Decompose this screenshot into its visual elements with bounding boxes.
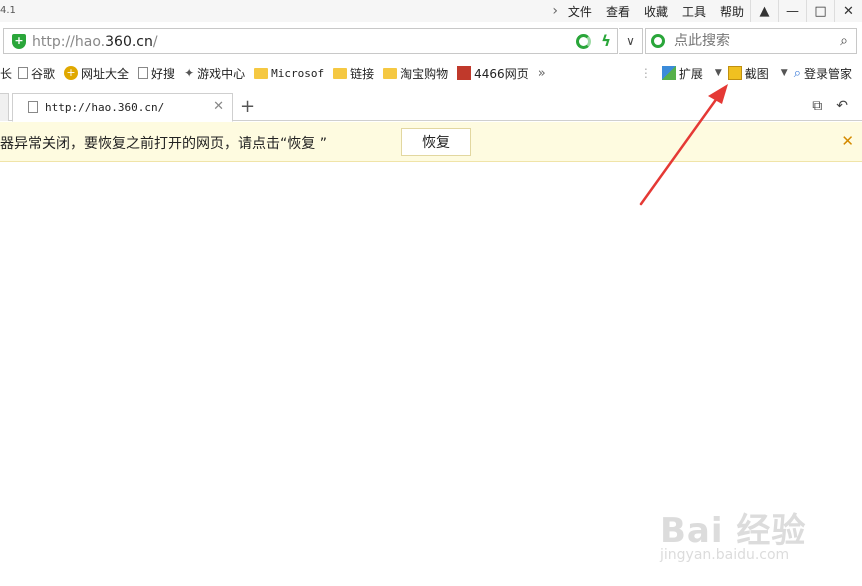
baidu-jingyan-watermark: Bai 经验 jingyan.baidu.com: [660, 495, 860, 575]
watermark-logo: Bai 经验: [660, 511, 807, 551]
watermark-url: jingyan.baidu.com: [660, 547, 790, 563]
